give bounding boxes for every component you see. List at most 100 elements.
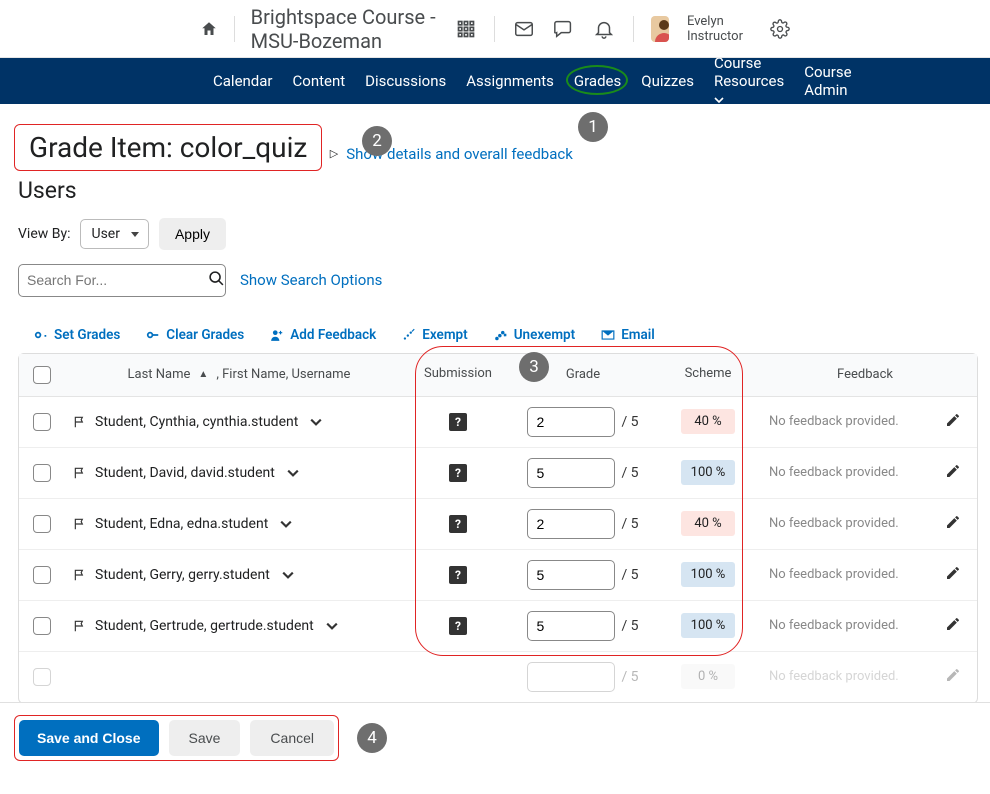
row-checkbox[interactable]	[33, 515, 51, 533]
student-name[interactable]: Student, Gertrude, gertrude.student	[95, 618, 314, 634]
avatar[interactable]	[651, 16, 669, 42]
top-bar-right: Evelyn Instructor	[456, 14, 790, 44]
edit-feedback-icon[interactable]	[945, 412, 961, 432]
search-options-link[interactable]: Show Search Options	[240, 271, 382, 289]
flag-icon[interactable]	[73, 568, 87, 582]
submission-status-icon[interactable]: ?	[449, 413, 467, 431]
action-exempt[interactable]: Exempt	[402, 327, 467, 343]
nav-assignments[interactable]: Assignments	[466, 72, 554, 90]
col-checkbox-header	[19, 354, 65, 396]
col-feedback-header[interactable]: Feedback	[753, 354, 977, 396]
flag-icon[interactable]	[73, 466, 87, 480]
key-minus-icon	[146, 328, 160, 342]
submission-status-icon[interactable]: ?	[449, 566, 467, 584]
student-name[interactable]: Student, David, david.student	[95, 465, 275, 481]
user-name[interactable]: Evelyn Instructor	[687, 14, 752, 44]
save-button[interactable]: Save	[169, 720, 241, 756]
apply-button[interactable]: Apply	[159, 218, 226, 250]
col-scheme-header[interactable]: Scheme	[663, 354, 753, 396]
submission-status-icon[interactable]: ?	[449, 515, 467, 533]
edit-feedback-icon[interactable]	[945, 463, 961, 483]
action-unexempt[interactable]: Unexempt	[494, 327, 576, 343]
nav-course-admin[interactable]: Course Admin	[804, 63, 851, 99]
grade-denom: / 5	[621, 669, 638, 685]
nav-course-resources[interactable]: Course Resources	[714, 54, 784, 108]
action-email[interactable]: Email	[601, 327, 655, 343]
callout-4: 4	[357, 723, 387, 753]
row-checkbox[interactable]	[33, 566, 51, 584]
col-name-header[interactable]: Last Name ▲ , First Name, Username	[65, 354, 413, 396]
view-by-label: View By:	[18, 226, 70, 242]
grade-denom: / 5	[621, 567, 638, 583]
student-name[interactable]: Student, Edna, edna.student	[95, 516, 268, 532]
action-set-grades[interactable]: Set Grades	[34, 327, 120, 343]
grade-input[interactable]	[527, 458, 615, 488]
action-label: Add Feedback	[290, 327, 376, 343]
edit-feedback-icon[interactable]	[945, 514, 961, 534]
search-icon[interactable]	[208, 270, 225, 291]
grades-table: 3 Last Name ▲ , First Name, Username Sub…	[18, 353, 978, 704]
users-heading: Users	[18, 177, 976, 204]
row-checkbox[interactable]	[33, 413, 51, 431]
search-box	[18, 264, 226, 297]
grade-input[interactable]	[527, 407, 615, 437]
actions-row: Set Grades Clear Grades Add Feedback Exe…	[34, 327, 976, 343]
flag-icon[interactable]	[73, 619, 87, 633]
row-checkbox[interactable]	[33, 668, 51, 686]
flag-icon[interactable]	[73, 517, 87, 531]
flag-icon[interactable]	[73, 415, 87, 429]
feedback-text: No feedback provided.	[769, 465, 945, 480]
select-all-checkbox[interactable]	[33, 366, 51, 384]
edit-feedback-icon[interactable]	[945, 565, 961, 585]
nav-discussions[interactable]: Discussions	[365, 72, 446, 90]
chevron-down-icon[interactable]	[287, 467, 299, 479]
nav-calendar[interactable]: Calendar	[213, 72, 273, 90]
chevron-down-icon[interactable]	[280, 518, 292, 530]
edit-feedback-icon[interactable]	[945, 667, 961, 687]
divider	[234, 16, 235, 42]
table-row: Student, Edna, edna.student ? / 5 40 % N…	[19, 499, 977, 550]
action-label: Email	[621, 327, 655, 343]
action-add-feedback[interactable]: Add Feedback	[270, 327, 376, 343]
scheme-badge: 100 %	[681, 460, 735, 485]
divider	[633, 16, 634, 42]
grade-input[interactable]	[527, 611, 615, 641]
edit-feedback-icon[interactable]	[945, 616, 961, 636]
nav-content[interactable]: Content	[293, 72, 346, 90]
col-submission-header[interactable]: Submission	[413, 354, 503, 396]
row-checkbox[interactable]	[33, 617, 51, 635]
submission-status-icon[interactable]: ?	[449, 464, 467, 482]
table-row: Student, Gertrude, gertrude.student ? / …	[19, 601, 977, 652]
callout-1: 1	[578, 112, 608, 142]
course-title[interactable]: Brightspace Course - MSU-Bozeman	[251, 5, 444, 53]
chevron-down-icon[interactable]	[326, 620, 338, 632]
table-row: Student, David, david.student ? / 5 100 …	[19, 448, 977, 499]
chat-icon[interactable]	[553, 18, 575, 40]
grade-input[interactable]	[527, 662, 615, 692]
student-name[interactable]: Student, Gerry, gerry.student	[95, 567, 270, 583]
grade-input[interactable]	[527, 509, 615, 539]
nav-grades[interactable]: Grades	[574, 72, 621, 90]
bell-icon[interactable]	[593, 18, 615, 40]
view-by-select[interactable]: User	[80, 219, 148, 249]
divider	[494, 16, 495, 42]
chevron-down-icon[interactable]	[282, 569, 294, 581]
search-input[interactable]	[27, 272, 208, 288]
row-checkbox[interactable]	[33, 464, 51, 482]
chevron-down-icon[interactable]	[310, 416, 322, 428]
action-clear-grades[interactable]: Clear Grades	[146, 327, 244, 343]
save-and-close-button[interactable]: Save and Close	[19, 720, 159, 756]
table-row-faded: / 5 0 % No feedback provided.	[19, 652, 977, 703]
mail-icon[interactable]	[513, 18, 535, 40]
cancel-button[interactable]: Cancel	[250, 720, 334, 756]
app-switcher-icon[interactable]	[456, 19, 476, 39]
nav-quizzes[interactable]: Quizzes	[641, 72, 694, 90]
submission-status-icon[interactable]: ?	[449, 617, 467, 635]
gear-icon[interactable]	[770, 19, 790, 39]
table-row: Student, Gerry, gerry.student ? / 5 100 …	[19, 550, 977, 601]
grade-input[interactable]	[527, 560, 615, 590]
scheme-badge: 100 %	[681, 562, 735, 587]
home-icon[interactable]	[200, 20, 218, 38]
student-name[interactable]: Student, Cynthia, cynthia.student	[95, 414, 298, 430]
scheme-badge: 40 %	[681, 409, 735, 434]
